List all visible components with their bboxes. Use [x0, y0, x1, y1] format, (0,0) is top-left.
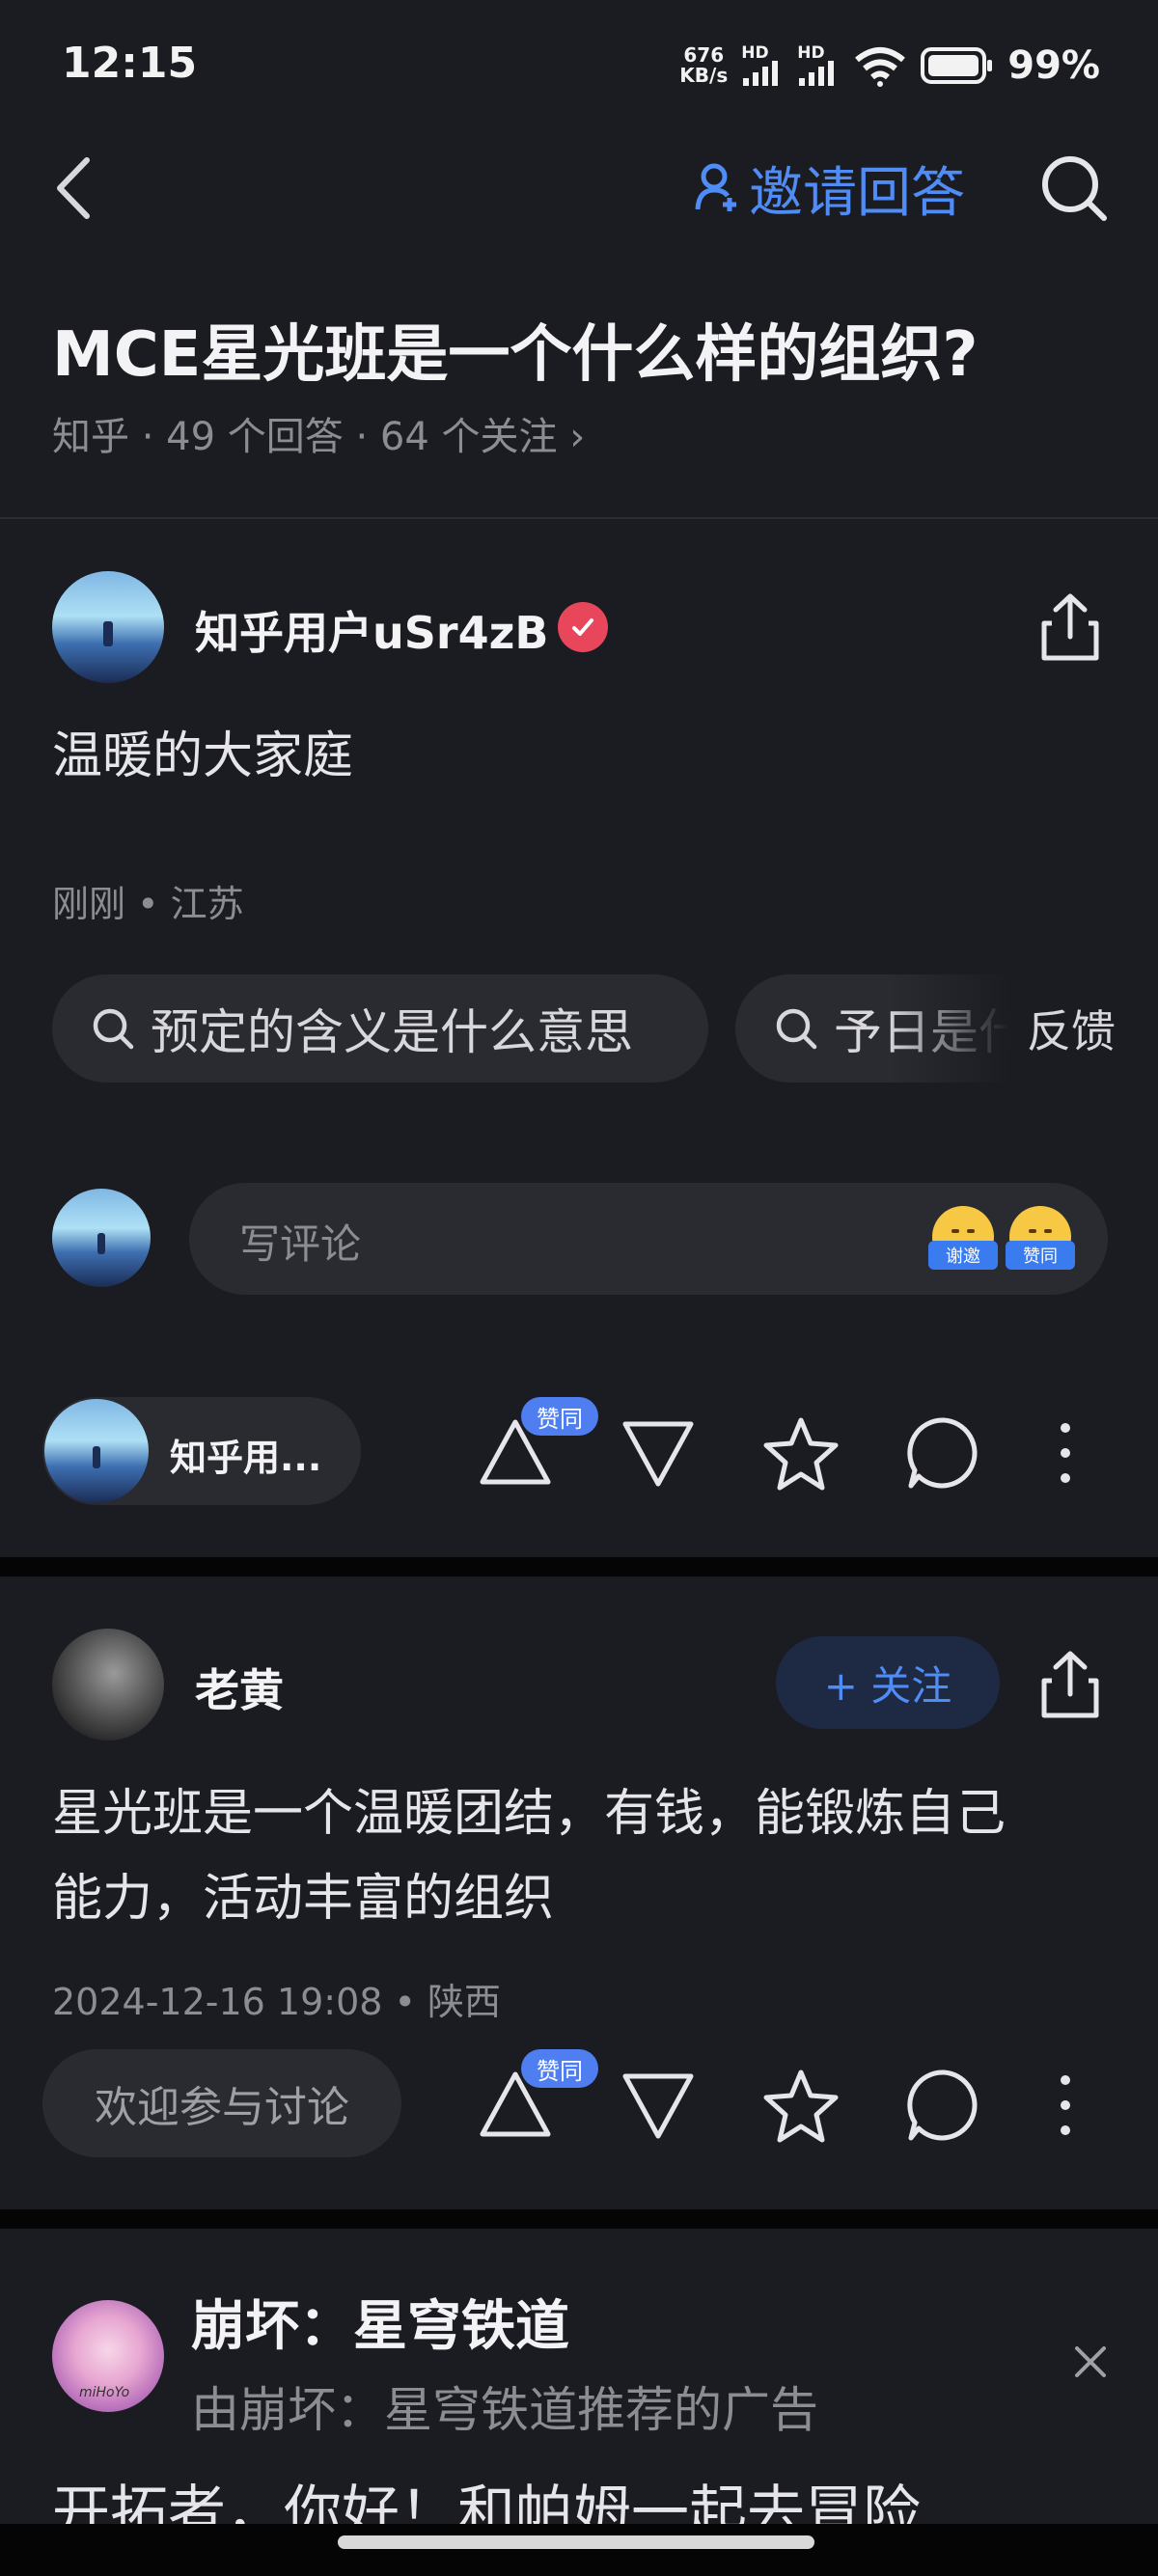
author-pill[interactable]: 知乎用...	[42, 1397, 361, 1505]
ad-subtitle: 由崩坏：星穹铁道推荐的广告	[191, 2382, 818, 2438]
agree-tag: 赞同	[521, 2049, 598, 2088]
verified-badge-icon	[558, 602, 608, 652]
comment-input[interactable]: 写评论 谢邀 赞同	[189, 1183, 1108, 1295]
status-icons: 676 KB/s HD HD 99%	[679, 39, 1100, 93]
search-icon	[776, 1008, 817, 1050]
ad-title[interactable]: 崩坏：星穹铁道	[191, 2283, 569, 2361]
signal-2-icon: HD	[797, 45, 840, 86]
downvote-icon[interactable]	[620, 2067, 697, 2144]
downvote-icon[interactable]	[620, 1414, 697, 1492]
answer-meta: 2024-12-16 19:08 • 陕西	[52, 1981, 501, 2023]
share-icon[interactable]	[1036, 589, 1104, 666]
answer-content-line[interactable]: 星光班是一个温暖团结，有钱，能锻炼自己	[52, 1771, 1006, 1856]
comment-bubble-icon[interactable]	[905, 1414, 982, 1492]
more-options-icon[interactable]	[1027, 1414, 1104, 1492]
wifi-icon	[855, 47, 906, 87]
invite-user-icon	[695, 163, 736, 211]
net-speed: 676 KB/s	[679, 43, 729, 87]
home-indicator[interactable]	[338, 2535, 814, 2549]
battery-icon	[921, 47, 993, 84]
follow-button[interactable]: + 关注	[776, 1636, 1000, 1729]
section-separator	[0, 1557, 1158, 1576]
status-time: 12:15	[62, 39, 198, 88]
share-icon[interactable]	[1036, 1646, 1104, 1723]
ad-avatar[interactable]: miHoYo	[52, 2300, 164, 2412]
more-options-icon[interactable]	[1027, 2067, 1104, 2144]
search-suggestion-chip[interactable]: 预定的含义是什么意思	[52, 974, 708, 1082]
gesture-bar	[0, 2524, 1158, 2576]
comment-bubble-icon[interactable]	[905, 2067, 982, 2144]
answer-author[interactable]: 老黄	[195, 1656, 284, 1719]
battery-percent: 99%	[1007, 43, 1100, 88]
invite-answer-button[interactable]: 邀请回答	[695, 154, 965, 225]
question-title[interactable]: MCE星光班是一个什么样的组织?	[52, 305, 979, 394]
avatar[interactable]	[52, 1629, 164, 1740]
answer-meta: 刚刚 • 江苏	[52, 883, 244, 925]
question-meta[interactable]: 知乎 · 49 个回答 · 64 个关注 ›	[52, 405, 585, 461]
signal-1-icon: HD	[741, 45, 784, 86]
answer-content-line[interactable]: 能力，活动丰富的组织	[52, 1856, 554, 1941]
avatar	[44, 1399, 149, 1503]
avatar	[52, 1189, 151, 1287]
agree-tag: 赞同	[521, 1397, 598, 1436]
top-nav: 邀请回答	[0, 145, 1158, 232]
favorite-star-icon[interactable]	[762, 2067, 840, 2144]
favorite-star-icon[interactable]	[762, 1414, 840, 1492]
discussion-input[interactable]: 欢迎参与讨论	[42, 2049, 401, 2157]
search-icon	[93, 1008, 134, 1050]
status-bar: 12:15 676 KB/s HD HD 99%	[0, 0, 1158, 125]
mihoyo-logo: miHoYo	[79, 2385, 130, 2400]
close-icon[interactable]	[1065, 2337, 1116, 2387]
screen: 12:15 676 KB/s HD HD 99% 邀请回答 MCE星光班是一个什…	[0, 0, 1158, 2576]
section-separator	[0, 2209, 1158, 2229]
avatar[interactable]	[52, 571, 164, 683]
agree-emoji-icon[interactable]: 赞同	[1006, 1206, 1075, 1270]
divider	[0, 517, 1158, 519]
thanks-invite-emoji-icon[interactable]: 谢邀	[928, 1206, 998, 1270]
answer-author[interactable]: 知乎用户uSr4zB	[195, 598, 548, 662]
search-icon[interactable]	[1038, 152, 1110, 224]
feedback-button[interactable]: 反馈	[888, 974, 1158, 1082]
back-arrow-icon[interactable]	[46, 154, 104, 222]
answer-content[interactable]: 温暖的大家庭	[52, 714, 353, 799]
